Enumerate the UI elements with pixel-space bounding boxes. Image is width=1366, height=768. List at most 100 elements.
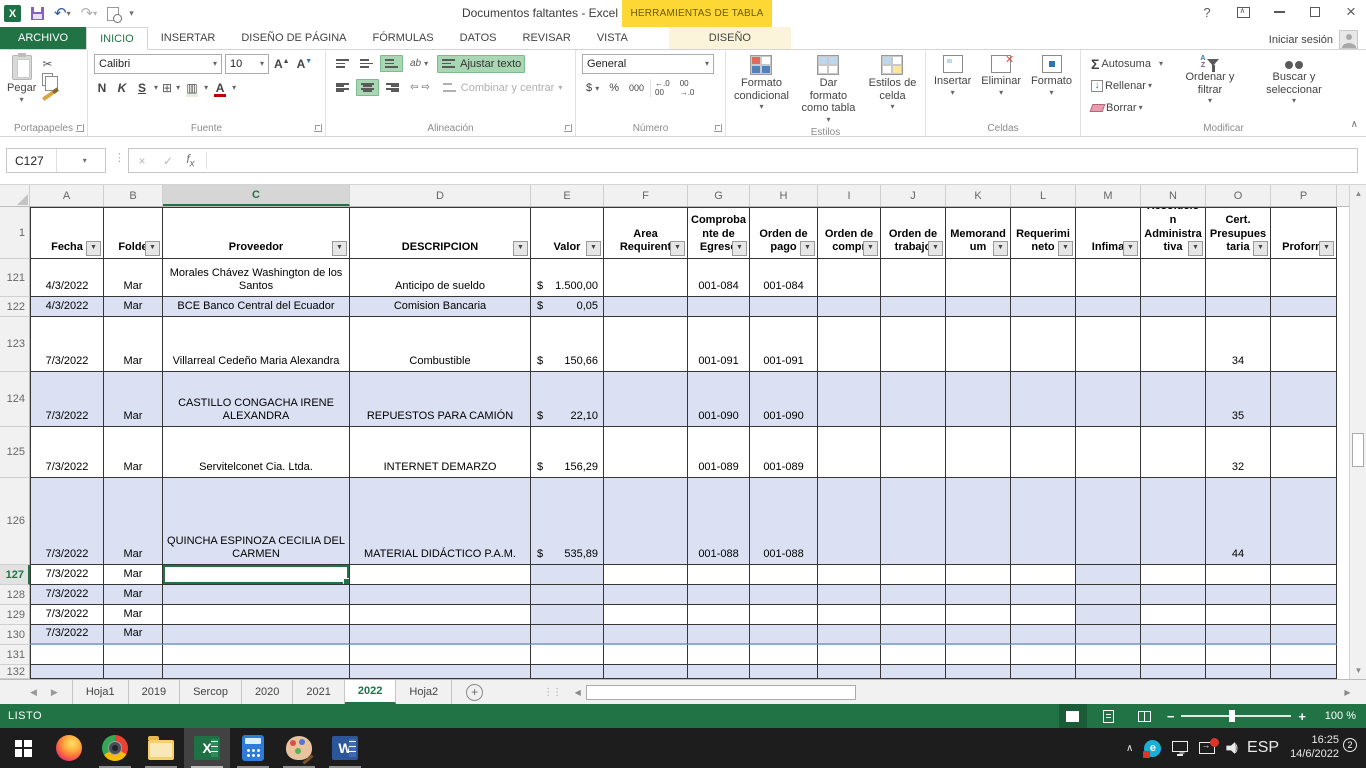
column-header-B[interactable]: B — [104, 185, 163, 206]
cell-F132[interactable] — [604, 665, 688, 679]
cell-F124[interactable] — [604, 372, 688, 427]
horizontal-scroll-thumb[interactable] — [586, 685, 856, 700]
print-preview-icon[interactable] — [107, 7, 119, 21]
cell-J121[interactable] — [881, 259, 946, 297]
filter-dropdown-icon[interactable]: ▼ — [86, 241, 101, 256]
cell-K123[interactable] — [946, 317, 1011, 372]
filter-dropdown-icon[interactable]: ▼ — [513, 241, 528, 256]
cell-N125[interactable] — [1141, 427, 1206, 478]
cell-H128[interactable] — [750, 585, 818, 605]
cell-K124[interactable] — [946, 372, 1011, 427]
cell-F122[interactable] — [604, 297, 688, 317]
taskbar-file-explorer[interactable] — [138, 728, 184, 768]
cell-G131[interactable] — [688, 645, 750, 665]
cell-A124[interactable]: 7/3/2022 — [30, 372, 104, 427]
cell-D124[interactable]: REPUESTOS PARA CAMIÓN — [350, 372, 531, 427]
filter-dropdown-icon[interactable]: ▼ — [993, 241, 1008, 256]
cell-H130[interactable] — [750, 625, 818, 645]
cell-J126[interactable] — [881, 478, 946, 565]
decrease-decimal-icon[interactable]: 00→.0 — [676, 79, 699, 97]
table-header-O[interactable]: Cert. Presupuestaria▼ — [1206, 207, 1271, 259]
cell-M126[interactable] — [1076, 478, 1141, 565]
cell-A122[interactable]: 4/3/2022 — [30, 297, 104, 317]
cell-O127[interactable] — [1206, 565, 1271, 585]
cell-K122[interactable] — [946, 297, 1011, 317]
cell-O126[interactable]: 44 — [1206, 478, 1271, 565]
sign-in[interactable]: Iniciar sesión — [1269, 30, 1358, 49]
taskbar-paint[interactable] — [276, 728, 322, 768]
column-header-G[interactable]: G — [688, 185, 750, 206]
cell-B131[interactable] — [104, 645, 163, 665]
font-dialog-launcher-icon[interactable] — [314, 124, 322, 132]
comma-format-icon[interactable]: 000 — [625, 83, 648, 93]
restore-icon[interactable] — [1306, 3, 1324, 21]
cell-O122[interactable] — [1206, 297, 1271, 317]
cell-H126[interactable]: 001-088 — [750, 478, 818, 565]
ribbon-tab-fórmulas[interactable]: FÓRMULAS — [360, 27, 447, 49]
align-center-icon[interactable] — [356, 79, 379, 96]
cell-B124[interactable]: Mar — [104, 372, 163, 427]
ribbon-tab-diseño-de-página[interactable]: DISEÑO DE PÁGINA — [228, 27, 359, 49]
currency-format-icon[interactable]: $ ▾ — [582, 82, 603, 94]
column-header-L[interactable]: L — [1011, 185, 1076, 206]
insert-function-icon[interactable]: fx — [181, 152, 207, 169]
cell-E130[interactable] — [531, 625, 604, 645]
cell-D129[interactable] — [350, 605, 531, 625]
cell-D121[interactable]: Anticipo de sueldo — [350, 259, 531, 297]
cell-A127[interactable]: 7/3/2022 — [30, 565, 104, 585]
row-header-124[interactable]: 124 — [0, 372, 30, 427]
scroll-up-icon[interactable]: ▲ — [1350, 185, 1366, 202]
formula-bar-splitter[interactable]: ⋮ — [114, 151, 124, 164]
cell-C131[interactable] — [163, 645, 350, 665]
antivirus-icon[interactable]: e — [1144, 740, 1161, 757]
cell-H125[interactable]: 001-089 — [750, 427, 818, 478]
copy-icon[interactable] — [42, 73, 53, 86]
cell-B130[interactable]: Mar — [104, 625, 163, 645]
cell-K130[interactable] — [946, 625, 1011, 645]
cell-D123[interactable]: Combustible — [350, 317, 531, 372]
ribbon-tab-revisar[interactable]: REVISAR — [510, 27, 584, 49]
cell-H124[interactable]: 001-090 — [750, 372, 818, 427]
redo-icon[interactable]: ↷▾ — [81, 6, 98, 21]
column-header-C[interactable]: C — [163, 185, 350, 206]
cell-H121[interactable]: 001-084 — [750, 259, 818, 297]
clock[interactable]: 16:25 14/6/2022 — [1290, 734, 1339, 762]
number-format-combo[interactable]: General▾ — [582, 54, 714, 74]
cell-P131[interactable] — [1271, 645, 1337, 665]
cell-I124[interactable] — [818, 372, 881, 427]
cell-D125[interactable]: INTERNET DEMARZO — [350, 427, 531, 478]
cell-E122[interactable]: $0,05 — [531, 297, 604, 317]
cell-P121[interactable] — [1271, 259, 1337, 297]
cell-L131[interactable] — [1011, 645, 1076, 665]
cell-F130[interactable] — [604, 625, 688, 645]
cell-I129[interactable] — [818, 605, 881, 625]
table-header-M[interactable]: Infima▼ — [1076, 207, 1141, 259]
cell-A121[interactable]: 4/3/2022 — [30, 259, 104, 297]
excel-logo-icon[interactable]: X — [4, 5, 21, 22]
sheet-tab-hoja2[interactable]: Hoja2 — [396, 680, 452, 704]
cell-L125[interactable] — [1011, 427, 1076, 478]
cell-D122[interactable]: Comision Bancaria — [350, 297, 531, 317]
row-header-126[interactable]: 126 — [0, 478, 30, 565]
sheet-tab-sercop[interactable]: Sercop — [180, 680, 242, 704]
column-header-H[interactable]: H — [750, 185, 818, 206]
column-header-K[interactable]: K — [946, 185, 1011, 206]
network-icon[interactable] — [1172, 741, 1188, 752]
tray-expand-icon[interactable]: ∧ — [1126, 743, 1133, 754]
scroll-left-icon[interactable]: ◀ — [569, 683, 586, 701]
cell-C132[interactable] — [163, 665, 350, 679]
taskbar-calculator[interactable] — [230, 728, 276, 768]
cell-F126[interactable] — [604, 478, 688, 565]
ribbon-tab-archivo[interactable]: ARCHIVO — [0, 27, 86, 49]
cell-A125[interactable]: 7/3/2022 — [30, 427, 104, 478]
cell-A130[interactable]: 7/3/2022 — [30, 625, 104, 645]
sheet-tab-2021[interactable]: 2021 — [293, 680, 344, 704]
cell-J131[interactable] — [881, 645, 946, 665]
alignment-dialog-launcher-icon[interactable] — [564, 124, 572, 132]
zoom-slider[interactable] — [1181, 715, 1291, 717]
filter-dropdown-icon[interactable]: ▼ — [928, 241, 943, 256]
cell-N128[interactable] — [1141, 585, 1206, 605]
cell-B121[interactable]: Mar — [104, 259, 163, 297]
sheet-tab-2020[interactable]: 2020 — [242, 680, 293, 704]
cell-B132[interactable] — [104, 665, 163, 679]
